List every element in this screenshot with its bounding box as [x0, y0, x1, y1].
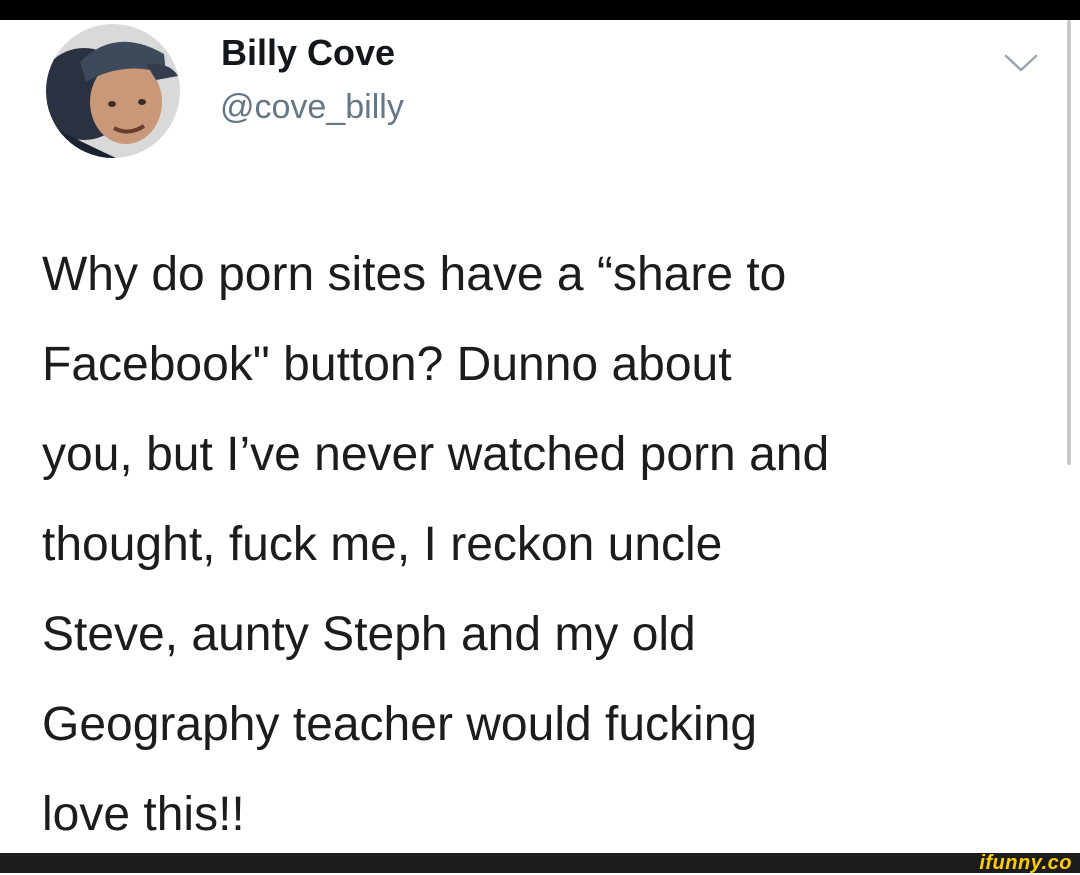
- tweet-text-line: love this!!: [42, 788, 245, 841]
- chevron-down-icon: [1004, 54, 1038, 72]
- author-handle[interactable]: @cove_billy: [220, 88, 404, 127]
- top-bar: [0, 0, 1080, 20]
- tweet-menu-button[interactable]: [1000, 48, 1042, 78]
- ifunny-watermark: ifunny.co: [979, 852, 1072, 874]
- author-display-name[interactable]: Billy Cove: [221, 32, 395, 74]
- tweet-text-line: Steve, aunty Steph and my old: [42, 608, 696, 661]
- avatar[interactable]: [46, 24, 180, 158]
- tweet-text-line: you, but I’ve never watched porn and: [42, 428, 830, 481]
- tweet-text-line: thought, fuck me, I reckon uncle: [42, 518, 723, 571]
- tweet-text-line: Why do porn sites have a “share to: [42, 248, 787, 301]
- tweet-text: Why do porn sites have a “share to Faceb…: [42, 230, 1052, 860]
- bottom-bar: ifunny.co: [0, 852, 1080, 874]
- profile-photo-icon: [46, 24, 180, 158]
- tweet-card: Billy Cove @cove_billy Why do porn sites…: [0, 20, 1080, 853]
- scrollbar[interactable]: [1067, 20, 1071, 465]
- tweet-text-line: Facebook" button? Dunno about: [42, 338, 732, 391]
- tweet-text-line: Geography teacher would fucking: [42, 698, 758, 751]
